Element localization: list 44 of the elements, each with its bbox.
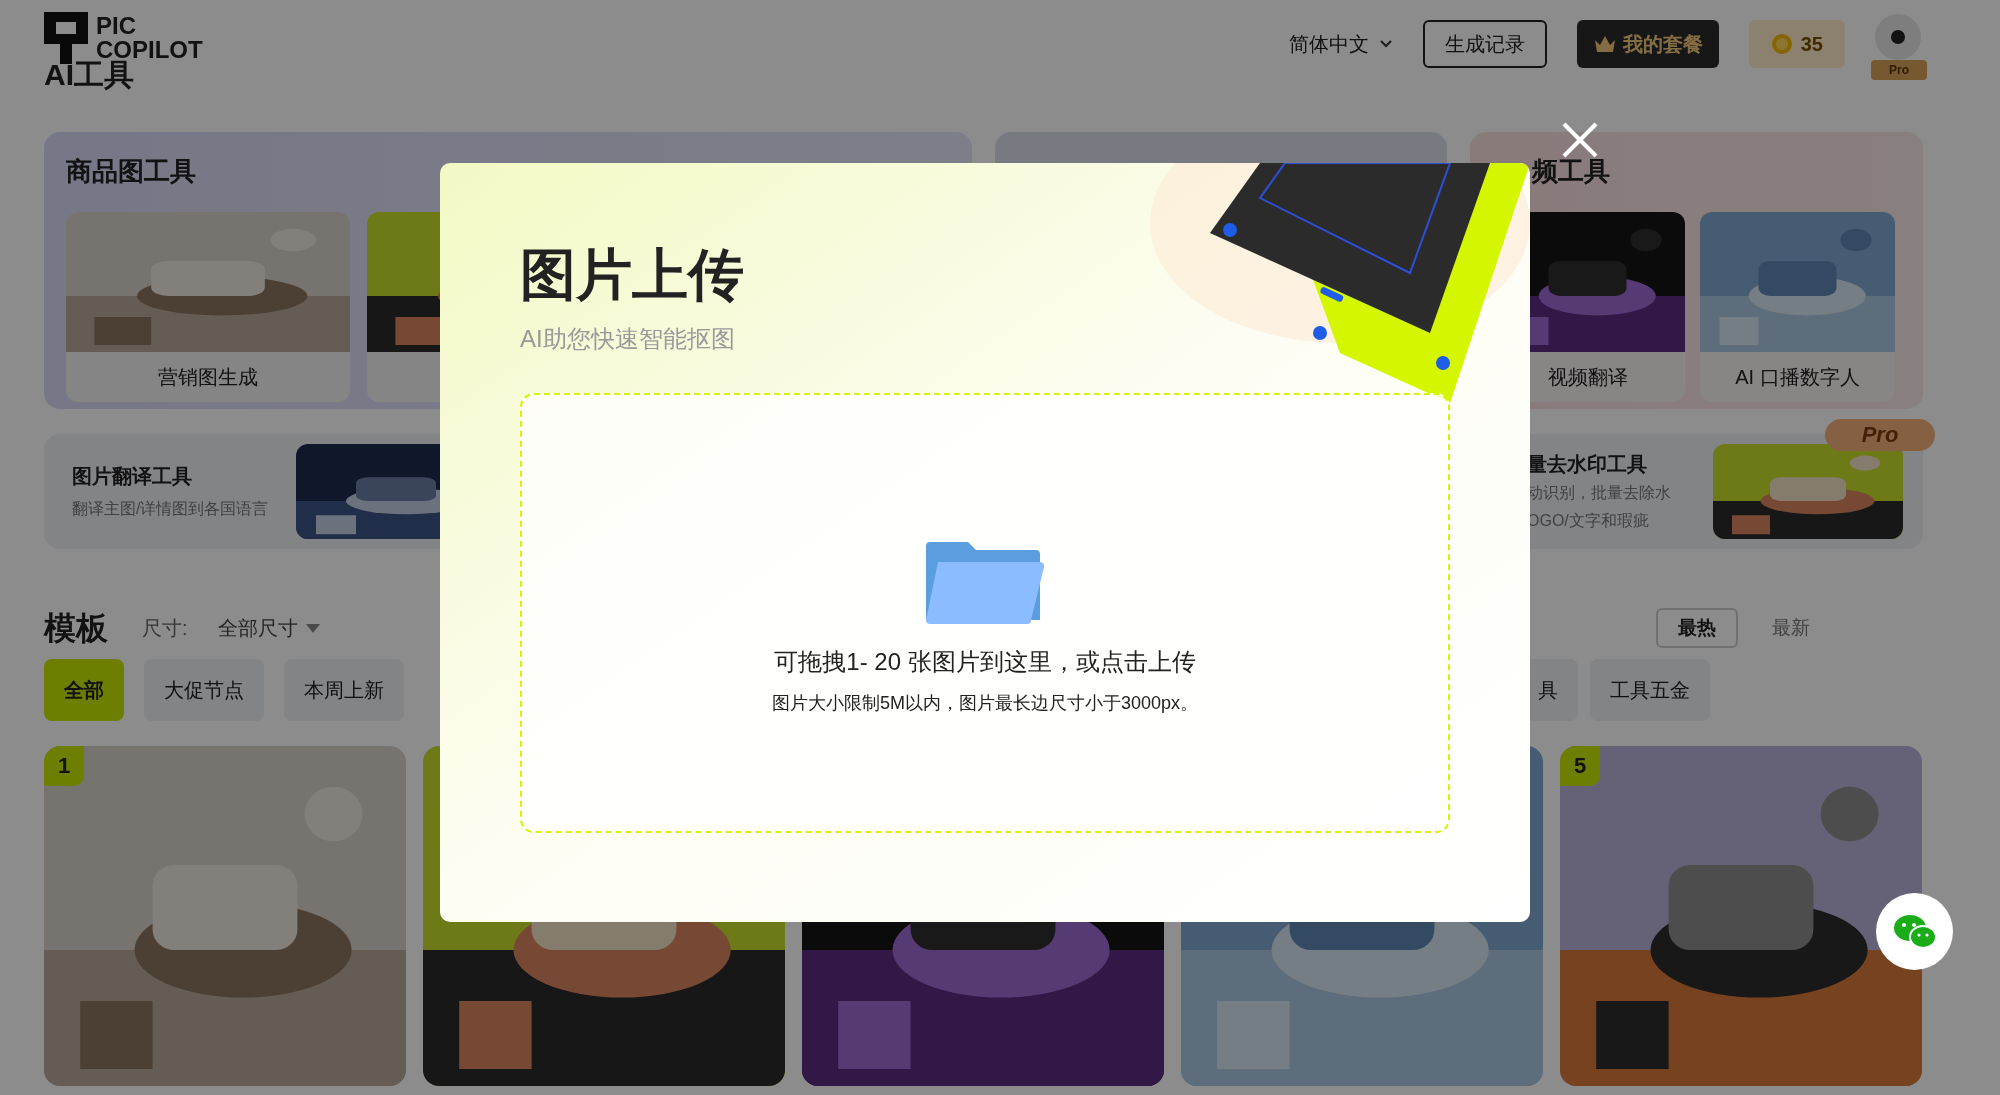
section-title: 模板 <box>44 609 108 648</box>
coin-icon <box>1770 33 1793 55</box>
credits-badge[interactable]: 35 <box>1748 20 1845 68</box>
logo-text: COPILOT <box>96 38 203 62</box>
feature-description: 翻译主图/详情图到各国语言 <box>72 498 270 519</box>
crown-icon <box>1592 34 1617 54</box>
size-label: 尺寸: <box>142 616 188 641</box>
category-chip[interactable]: 工具五金 <box>1590 659 1710 721</box>
language-select[interactable]: 简体中文 <box>1288 29 1393 59</box>
avatar[interactable] <box>1875 14 1921 60</box>
dialog-title: 图片上传 <box>520 243 744 307</box>
rank-badge: 5 <box>1560 746 1600 786</box>
caret-down-icon <box>305 623 320 633</box>
feature-title: 量去水印工具 <box>1527 451 1648 477</box>
credits-count: 35 <box>1800 32 1823 57</box>
tool-item[interactable]: AI 口播数字人 <box>1700 212 1895 402</box>
tool-label: AI 口播数字人 <box>1734 365 1861 390</box>
folder-icon <box>926 539 1044 624</box>
tool-item[interactable]: 营销图生成 <box>66 212 350 402</box>
dialog-subtitle: AI助您快速智能抠图 <box>520 324 735 354</box>
close-icon <box>1560 120 1600 160</box>
sort-tab[interactable]: 最热 <box>1656 608 1738 648</box>
pro-badge: Pro <box>1825 419 1935 451</box>
upload-dropzone[interactable]: 可拖拽1- 20 张图片到这里，或点击上传 图片大小限制5M以内，图片最长边尺寸小于3000px。 <box>520 393 1450 833</box>
feature-title: 图片翻译工具 <box>72 463 193 489</box>
size-select[interactable]: 全部尺寸 <box>217 613 320 643</box>
pro-badge: Pro <box>1871 60 1927 80</box>
logo-text: PIC <box>96 14 137 38</box>
sort-tab[interactable]: 最新 <box>1752 608 1830 648</box>
page-title: AI工具 <box>43 60 134 90</box>
tool-label: 视频翻译 <box>1546 365 1629 390</box>
category-chip[interactable]: 全部 <box>44 659 124 721</box>
close-button[interactable] <box>1560 120 1600 160</box>
upload-limits: 图片大小限制5M以内，图片最长边尺寸小于3000px。 <box>771 691 1199 715</box>
history-button[interactable]: 生成记录 <box>1422 20 1547 68</box>
chevron-down-icon <box>1378 39 1393 49</box>
plan-button[interactable]: 我的套餐 <box>1576 20 1719 68</box>
upload-instruction: 可拖拽1- 20 张图片到这里，或点击上传 <box>774 646 1196 677</box>
category-chip[interactable]: 大促节点 <box>144 659 264 721</box>
rank-badge: 1 <box>44 746 84 786</box>
tool-label: 营销图生成 <box>157 365 259 390</box>
category-chip[interactable]: 本周上新 <box>284 659 404 721</box>
group-title: 商品图工具 <box>66 155 197 188</box>
group-title: 频工具 <box>1530 155 1610 188</box>
